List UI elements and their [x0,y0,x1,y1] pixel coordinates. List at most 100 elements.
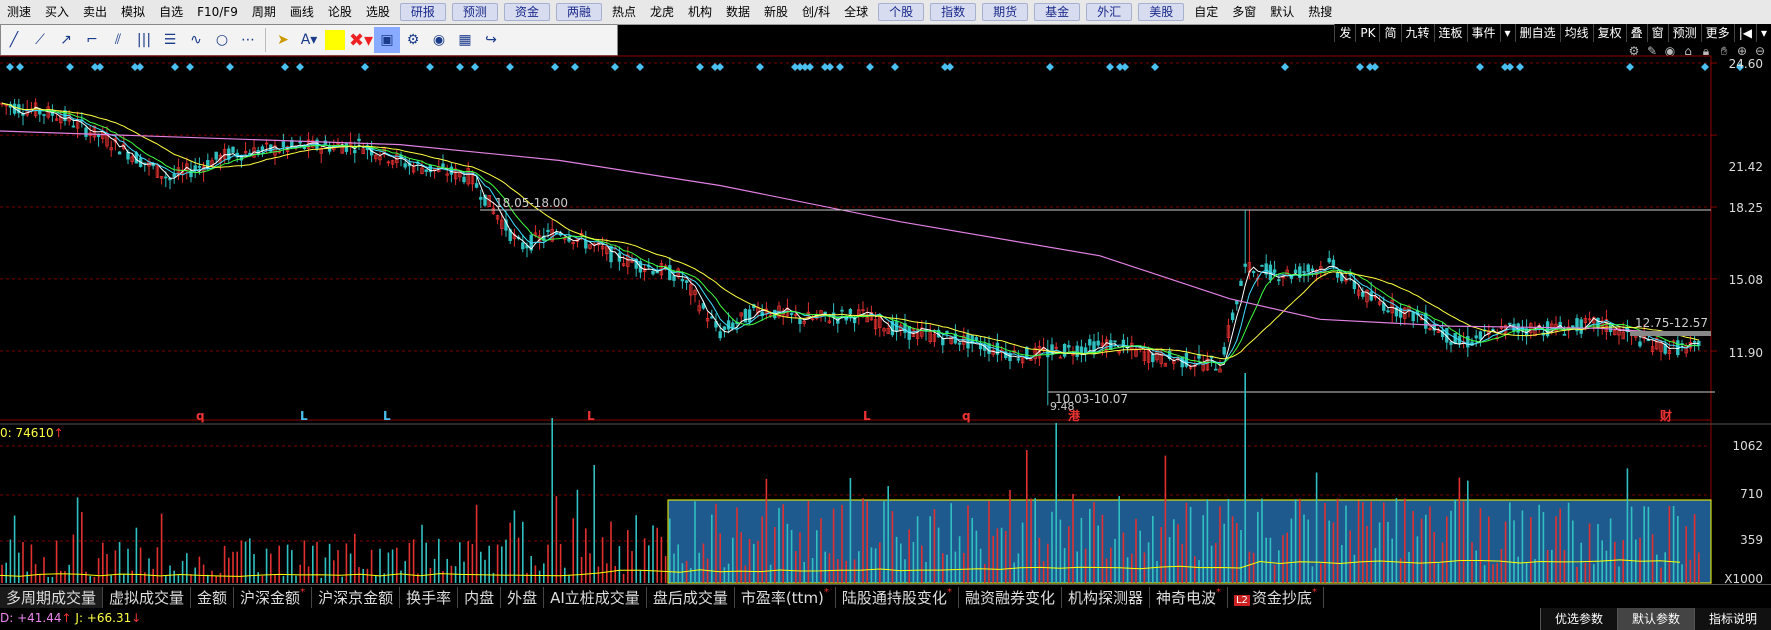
menu-item[interactable]: 全球 [837,0,875,24]
lock-icon[interactable]: 🔒︎ [1699,44,1713,62]
settings-icon[interactable]: ⚙ [1627,44,1641,62]
chart-toolbar-button[interactable]: |◀ [1733,24,1756,42]
kline-chart[interactable]: 18.05-18.00 10.03-10.079.48 12.75-12.57 q L L… [0,0,1771,630]
candle-body [487,195,491,208]
chart-toolbar-button[interactable]: 发 [1334,24,1355,42]
menu-item[interactable]: 画线 [283,0,321,24]
chart-toolbar-button[interactable]: 均线 [1559,24,1593,42]
visibility-icon[interactable]: ◉ [426,27,452,53]
indicator-tab[interactable]: 外盘 [501,586,545,608]
indicator-tab[interactable]: 盘后成交量 [647,586,735,608]
menu-item[interactable]: 资金 [503,3,550,21]
pointer-icon[interactable]: ➤ [270,27,296,53]
menu-item[interactable]: 数据 [719,0,757,24]
candle-body [1634,332,1638,338]
ellipse-icon[interactable]: ○ [209,27,235,53]
candle-body [38,110,42,115]
indicator-tab[interactable]: 沪深金额* [234,586,313,608]
menu-item[interactable]: 新股 [757,0,795,24]
chart-toolbar-button[interactable]: 叠 [1625,24,1647,42]
menu-item[interactable]: 论股 [321,0,359,24]
menu-item[interactable]: 外汇 [1086,3,1133,21]
menu-item[interactable]: 美股 [1138,3,1185,21]
share-icon[interactable]: ↪ [478,27,504,53]
menu-item[interactable]: 热搜 [1301,0,1339,24]
indicator-tab[interactable]: 市盈率(ttm)* [735,586,836,608]
candle-body [495,215,500,220]
menu-item[interactable]: 自定 [1187,0,1225,24]
menu-item[interactable]: 预测 [451,3,498,21]
indicator-tab[interactable]: 金额 [191,586,235,608]
parallel-lines-icon[interactable]: ||| [131,27,157,53]
candle-body [542,235,546,241]
menu-item[interactable]: 龙虎 [643,0,681,24]
crop-icon[interactable]: ⌐ [79,27,105,53]
menu-item[interactable]: 测速 [0,0,38,24]
menu-item[interactable]: 模拟 [114,0,152,24]
chart-toolbar-button[interactable]: 简 [1379,24,1400,42]
delete-icon[interactable]: ✖▾ [348,27,374,53]
chart-toolbar-button[interactable]: 删自选 [1514,24,1560,42]
chart-toolbar-button[interactable]: 预测 [1667,24,1701,42]
line-icon[interactable]: ⟋ [27,27,53,53]
indicator-tab-label: 融资融券变化 [964,588,1055,607]
indicator-tab[interactable]: 机构探测器 [1062,586,1150,608]
menu-item[interactable]: 指数 [930,3,977,21]
chart-toolbar-button[interactable]: ▾ [1755,24,1771,42]
menu-item[interactable]: 默认 [1263,0,1301,24]
menu-item[interactable]: 自选 [152,0,190,24]
pen-icon[interactable]: ✎ [1645,44,1659,62]
menu-item[interactable]: 热点 [605,0,643,24]
candle-body [1499,326,1504,329]
layout-icon[interactable]: ▦ [452,27,478,53]
fan-lines-icon[interactable]: ⫽ [105,27,131,53]
chart-toolbar-button[interactable]: 连板 [1433,24,1467,42]
eye-icon[interactable]: ◉ [1663,44,1677,62]
menu-item[interactable]: 研报 [399,3,446,21]
menu-item[interactable]: 基金 [1034,3,1081,21]
indicator-tab[interactable]: 多周期成交量 [0,586,104,608]
param-button[interactable]: 指标说明 [1693,608,1771,630]
menu-item[interactable]: F10/F9 [190,0,245,24]
indicator-tab[interactable]: 虚拟成交量 [103,586,192,608]
menu-item[interactable]: 创/科 [795,0,837,24]
chart-toolbar-button[interactable]: 更多 [1700,24,1734,42]
indicator-tab[interactable]: AI立桩成交量 [544,586,647,608]
menu-item[interactable]: 周期 [245,0,283,24]
chart-toolbar-button[interactable]: 事件 [1466,24,1500,42]
menu-item[interactable]: 机构 [681,0,719,24]
menu-item[interactable]: 多窗 [1225,0,1263,24]
indicator-tab[interactable]: 融资融券变化 [959,586,1062,608]
chart-toolbar-button[interactable]: 九转 [1400,24,1434,42]
line-segment-icon[interactable]: ╱ [1,27,27,53]
menu-item[interactable]: 期货 [982,3,1029,21]
home-icon[interactable]: ⌂ [1681,44,1695,62]
wave-icon[interactable]: ∿ [183,27,209,53]
fibonacci-icon[interactable]: ☰ [157,27,183,53]
menu-item[interactable]: 买入 [38,0,76,24]
indicator-tab[interactable]: 沪深京金额 [312,586,401,608]
color-picker-icon[interactable] [322,27,348,53]
chart-toolbar-button[interactable]: 窗 [1646,24,1668,42]
indicator-tab[interactable]: 陆股通持股变化* [836,586,959,608]
chart-toolbar-button[interactable]: PK [1355,24,1379,42]
candle-body [50,111,55,116]
indicator-tab[interactable]: 换手率 [400,586,459,608]
menu-item[interactable]: 选股 [359,0,397,24]
menu-item[interactable]: 卖出 [76,0,114,24]
chart-toolbar-button[interactable]: ▾ [1499,24,1515,42]
candle-body [1541,332,1546,336]
bookmark-icon[interactable]: ▣ [374,27,400,53]
text-tool-icon[interactable]: A▾ [296,27,322,53]
indicator-tab[interactable]: L2 资金抄底* [1228,586,1324,608]
settings-icon[interactable]: ⚙ [400,27,426,53]
param-button[interactable]: 优选参数 [1539,608,1617,630]
indicator-tab[interactable]: 神奇电波* [1150,586,1228,608]
indicator-tab[interactable]: 内盘 [458,586,502,608]
arrow-line-icon[interactable]: ↗ [53,27,79,53]
more-tools-icon[interactable]: ⋯ [235,27,261,53]
menu-item[interactable]: 两融 [555,3,602,21]
param-button[interactable]: 默认参数 [1616,608,1694,630]
chart-toolbar-button[interactable]: 复权 [1592,24,1626,42]
menu-item[interactable]: 个股 [878,3,925,21]
